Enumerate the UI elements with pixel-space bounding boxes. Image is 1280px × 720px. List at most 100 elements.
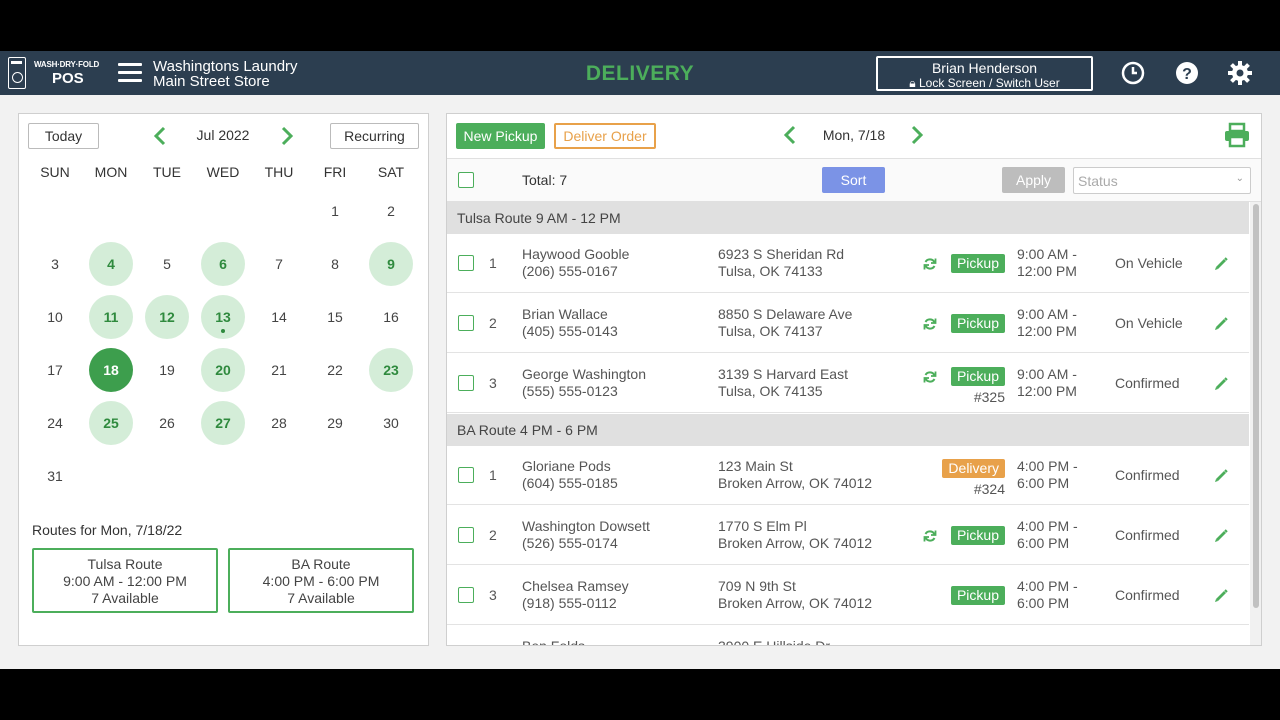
status-placeholder: Status bbox=[1078, 173, 1118, 189]
row-checkbox[interactable] bbox=[458, 315, 474, 331]
calendar-day[interactable]: 30 bbox=[369, 401, 413, 445]
calendar-day[interactable]: 1 bbox=[313, 189, 357, 233]
clock-icon[interactable] bbox=[1120, 60, 1146, 86]
calendar-day[interactable]: 18 bbox=[89, 348, 133, 392]
time-end: 12:00 PM bbox=[1017, 383, 1077, 399]
calendar-day[interactable]: 23 bbox=[369, 348, 413, 392]
delivery-badge: Delivery bbox=[942, 459, 1005, 478]
address-line1: 8850 S Delaware Ave bbox=[718, 306, 853, 322]
calendar-day[interactable]: 27 bbox=[201, 401, 245, 445]
edit-pencil-icon[interactable] bbox=[1213, 376, 1229, 392]
status-text: Confirmed bbox=[1115, 375, 1180, 391]
table-row[interactable]: 1 Gloriane Pods (604) 555-0185 123 Main St B… bbox=[447, 446, 1249, 505]
calendar-day[interactable]: 21 bbox=[257, 348, 301, 392]
route-group-header: Tulsa Route 9 AM - 12 PM bbox=[447, 202, 1249, 234]
table-row[interactable]: 3 George Washington (555) 555-0123 3139 S H… bbox=[447, 354, 1249, 413]
routes-heading: Routes for Mon, 7/18/22 bbox=[32, 522, 183, 538]
calendar-day[interactable]: 2 bbox=[369, 189, 413, 233]
hamburger-menu-icon[interactable] bbox=[118, 63, 142, 83]
row-checkbox[interactable] bbox=[458, 587, 474, 603]
washer-logo-icon bbox=[8, 57, 26, 89]
row-checkbox[interactable] bbox=[458, 467, 474, 483]
calendar-day[interactable]: 4 bbox=[89, 242, 133, 286]
row-checkbox[interactable] bbox=[458, 255, 474, 271]
calendar-day[interactable]: 31 bbox=[33, 454, 77, 498]
calendar-day[interactable]: 10 bbox=[33, 295, 77, 339]
calendar-day[interactable]: 17 bbox=[33, 348, 77, 392]
gear-icon[interactable] bbox=[1227, 60, 1253, 86]
row-number: 2 bbox=[489, 315, 497, 331]
calendar-day[interactable]: 24 bbox=[33, 401, 77, 445]
route-card-tulsa[interactable]: Tulsa Route 9:00 AM - 12:00 PM 7 Availab… bbox=[32, 548, 218, 613]
table-row[interactable]: 4Ben Folds3900 E Hillside DrPickup bbox=[447, 626, 1249, 646]
calendar-day[interactable]: 8 bbox=[313, 242, 357, 286]
table-row[interactable]: 2 Brian Wallace (405) 555-0143 8850 S Delaw… bbox=[447, 294, 1249, 353]
route-card-ba[interactable]: BA Route 4:00 PM - 6:00 PM 7 Available bbox=[228, 548, 414, 613]
calendar-day[interactable]: 16 bbox=[369, 295, 413, 339]
prev-date-chevron-icon[interactable] bbox=[780, 124, 800, 146]
calendar-day[interactable]: 19 bbox=[145, 348, 189, 392]
day-number: 11 bbox=[103, 309, 119, 325]
scrollbar-thumb[interactable] bbox=[1253, 204, 1259, 608]
calendar-day[interactable]: 14 bbox=[257, 295, 301, 339]
customer-phone: (405) 555-0143 bbox=[522, 323, 618, 339]
calendar-day[interactable]: 28 bbox=[257, 401, 301, 445]
pickup-badge: Pickup bbox=[950, 254, 1005, 273]
edit-pencil-icon[interactable] bbox=[1213, 528, 1229, 544]
customer-phone: (206) 555-0167 bbox=[522, 263, 618, 279]
calendar-day[interactable]: 11 bbox=[89, 295, 133, 339]
day-number: 20 bbox=[215, 362, 231, 378]
customer-phone: (604) 555-0185 bbox=[522, 475, 618, 491]
next-month-chevron-icon[interactable] bbox=[277, 125, 297, 147]
weekday-header: SAT bbox=[377, 164, 405, 180]
apply-button[interactable]: Apply bbox=[1002, 167, 1065, 193]
status-select[interactable]: Status ⌄ bbox=[1073, 167, 1251, 194]
edit-pencil-icon[interactable] bbox=[1213, 316, 1229, 332]
calendar-day[interactable]: 13 bbox=[201, 295, 245, 339]
calendar-day[interactable]: 15 bbox=[313, 295, 357, 339]
user-switch-button[interactable]: Brian Henderson 🔒︎ Lock Screen / Switch … bbox=[876, 56, 1093, 91]
print-icon[interactable] bbox=[1223, 122, 1251, 148]
edit-pencil-icon[interactable] bbox=[1213, 256, 1229, 272]
edit-pencil-icon[interactable] bbox=[1213, 588, 1229, 604]
calendar-day[interactable]: 26 bbox=[145, 401, 189, 445]
day-number: 9 bbox=[387, 256, 395, 272]
recurring-refresh-icon bbox=[923, 530, 937, 542]
recurring-button[interactable]: Recurring bbox=[330, 123, 419, 149]
table-row[interactable]: 3 Chelsea Ramsey (918) 555-0112 709 N 9th S… bbox=[447, 566, 1249, 625]
calendar-day[interactable]: 6 bbox=[201, 242, 245, 286]
calendar-day[interactable]: 29 bbox=[313, 401, 357, 445]
current-date-label: Mon, 7/18 bbox=[822, 127, 886, 143]
route-available: 7 Available bbox=[91, 590, 159, 606]
sort-button[interactable]: Sort bbox=[822, 167, 885, 193]
list-scrollbar[interactable] bbox=[1250, 202, 1261, 645]
select-all-checkbox[interactable] bbox=[458, 172, 474, 188]
address-line1: 3900 E Hillside Dr bbox=[718, 638, 831, 646]
deliver-order-button[interactable]: Deliver Order bbox=[554, 123, 656, 149]
calendar-day[interactable]: 9 bbox=[369, 242, 413, 286]
day-number: 23 bbox=[383, 362, 399, 378]
event-dot bbox=[221, 329, 225, 333]
weekday-header: TUE bbox=[153, 164, 181, 180]
next-date-chevron-icon[interactable] bbox=[907, 124, 927, 146]
calendar-day[interactable]: 12 bbox=[145, 295, 189, 339]
calendar-day[interactable]: 22 bbox=[313, 348, 357, 392]
day-number: 19 bbox=[159, 362, 175, 378]
new-pickup-button[interactable]: New Pickup bbox=[456, 123, 545, 149]
edit-pencil-icon[interactable] bbox=[1213, 468, 1229, 484]
calendar-day[interactable]: 25 bbox=[89, 401, 133, 445]
table-row[interactable]: 1 Haywood Gooble (206) 555-0167 6923 S Sher… bbox=[447, 234, 1249, 293]
calendar-day[interactable]: 5 bbox=[145, 242, 189, 286]
row-checkbox[interactable] bbox=[458, 527, 474, 543]
weekday-header: MON bbox=[94, 164, 128, 180]
row-checkbox[interactable] bbox=[458, 375, 474, 391]
calendar-day[interactable]: 7 bbox=[257, 242, 301, 286]
today-button[interactable]: Today bbox=[28, 123, 99, 149]
store-location: Main Street Store bbox=[153, 73, 270, 90]
help-icon[interactable]: ? bbox=[1174, 60, 1200, 86]
calendar-day[interactable]: 20 bbox=[201, 348, 245, 392]
row-number: 1 bbox=[489, 467, 497, 483]
table-row[interactable]: 2 Washington Dowsett (526) 555-0174 1770 S … bbox=[447, 506, 1249, 565]
day-number: 26 bbox=[159, 415, 175, 431]
calendar-day[interactable]: 3 bbox=[33, 242, 77, 286]
